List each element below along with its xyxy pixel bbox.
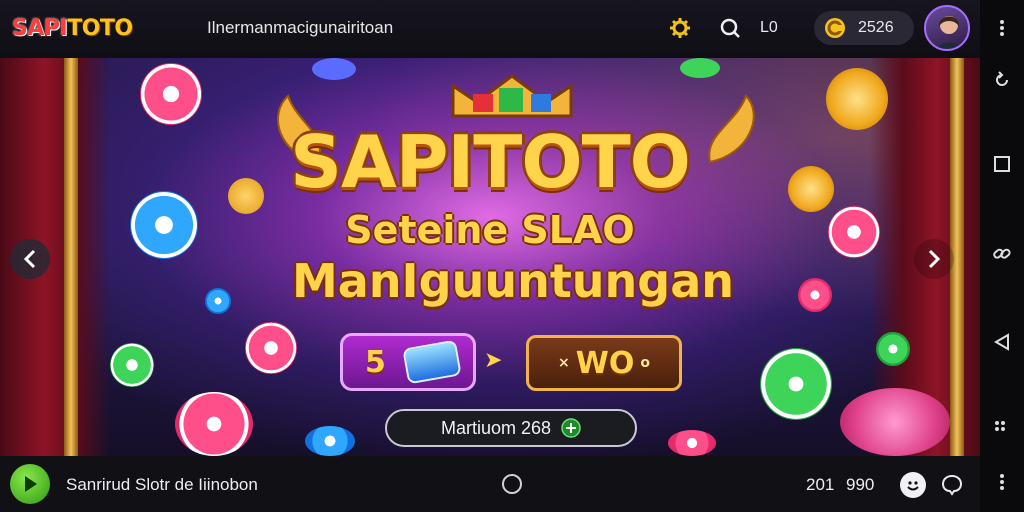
more-icon[interactable]: [992, 18, 1012, 38]
logo-text-part1: SAPI: [12, 15, 68, 41]
apps-icon[interactable]: [992, 418, 1012, 438]
top-bar: SAPI TOTO Ilnermanmacigunairitoan L0 2526: [0, 0, 980, 58]
footer-value-b: 990: [846, 475, 875, 494]
square-icon[interactable]: [992, 154, 1012, 174]
logo-text-part2: TOTO: [67, 15, 133, 41]
gem-icon: [402, 339, 462, 385]
banner-title: SAPITOTO: [290, 120, 691, 204]
search-icon[interactable]: [718, 16, 742, 40]
carousel-prev-button[interactable]: [10, 239, 50, 279]
more-icon[interactable]: [992, 472, 1012, 492]
chevron-left-icon: [23, 249, 36, 269]
coin-balance[interactable]: 2526: [814, 11, 914, 45]
cta-button[interactable]: Martiuom 268: [385, 409, 637, 447]
bonus-badge-value: 5: [365, 344, 386, 380]
coin-icon: [825, 18, 845, 38]
arrow-right-icon: ➤: [484, 347, 503, 372]
win-badge-prefix: ×: [558, 355, 570, 371]
system-nav: [980, 0, 1024, 512]
bottom-bar: Sanrirud Slotr de Iiinobon 201 990: [0, 456, 980, 512]
page-title: Ilnermanmacigunairitoan: [207, 18, 394, 37]
hero-content: SAPITOTO Seteine SLAO ManIguuntungan: [0, 58, 980, 456]
now-playing-label: Sanrirud Slotr de Iiinobon: [66, 475, 258, 494]
plus-circle-icon: [561, 418, 581, 438]
refresh-icon[interactable]: [992, 70, 1012, 90]
cta-label: Martiuom 268: [440, 417, 552, 438]
banner-subtitle-line2: ManIguuntungan: [291, 254, 735, 308]
play-button[interactable]: [10, 464, 50, 504]
coin-balance-value: 2526: [858, 19, 894, 36]
gear-icon[interactable]: [668, 16, 692, 40]
avatar[interactable]: [924, 5, 970, 51]
win-badge-value: WO: [575, 345, 635, 381]
chat-icon[interactable]: [940, 473, 964, 497]
link-icon[interactable]: [992, 244, 1012, 264]
play-icon: [25, 476, 37, 492]
carousel-next-button[interactable]: [914, 239, 954, 279]
emoji-icon[interactable]: [900, 472, 926, 498]
hero-banner[interactable]: SAPITOTO Seteine SLAO ManIguuntungan 5 ➤…: [0, 58, 980, 456]
app-logo[interactable]: SAPI TOTO: [12, 10, 133, 46]
back-icon[interactable]: [992, 332, 1012, 352]
footer-value-a: 201: [806, 475, 835, 494]
home-indicator-icon[interactable]: [502, 474, 522, 494]
win-badge[interactable]: × WO o: [526, 335, 682, 391]
banner-subtitle-line1: Seteine SLAO: [345, 208, 635, 252]
win-badge-suffix: o: [640, 355, 650, 371]
bonus-badge[interactable]: 5: [340, 333, 476, 391]
chevron-right-icon: [928, 249, 941, 269]
status-text: L0: [760, 19, 778, 36]
